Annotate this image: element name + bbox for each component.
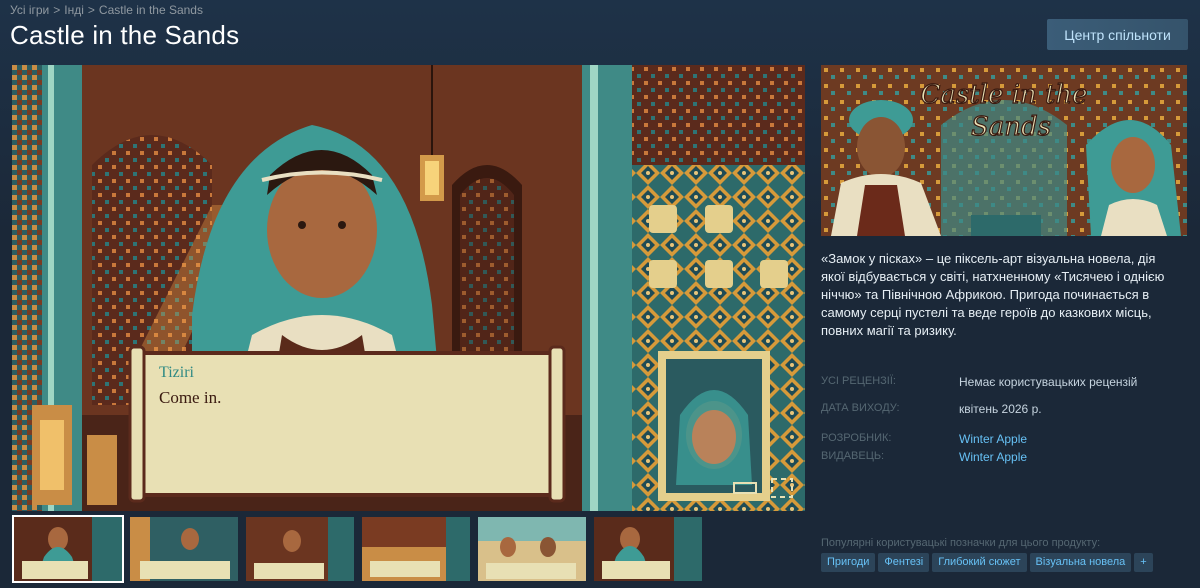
breadcrumb: Усі ігри > Інді > Castle in the Sands — [10, 3, 203, 17]
community-hub-button[interactable]: Центр спільноти — [1047, 19, 1188, 50]
reviews-row: УСІ РЕЦЕНЗІЇ: — [821, 375, 896, 387]
breadcrumb-indie[interactable]: Інді — [64, 3, 84, 17]
capsule-logo-line2: Sands — [971, 112, 1051, 142]
dialogue-speaker: Tiziri — [159, 364, 195, 381]
developer-label: РОЗРОБНИК: — [821, 432, 892, 444]
publisher-label: ВИДАВЕЦЬ: — [821, 450, 885, 462]
release-row: ДАТА ВИХОДУ: — [821, 402, 900, 414]
breadcrumb-all-games[interactable]: Усі ігри — [10, 3, 49, 17]
thumbnail-5[interactable] — [476, 515, 588, 583]
thumbnail-1[interactable] — [12, 515, 124, 583]
reviews-label: УСІ РЕЦЕНЗІЇ: — [821, 375, 896, 387]
capsule-logo-line1: Castle in the — [920, 80, 1087, 110]
breadcrumb-game[interactable]: Castle in the Sands — [99, 3, 203, 17]
developer-row: РОЗРОБНИК: — [821, 432, 891, 444]
tag-more-button[interactable]: + — [1134, 553, 1153, 572]
breadcrumb-separator: > — [87, 3, 95, 17]
tag-adventure[interactable]: Пригоди — [821, 553, 876, 572]
thumbnail-4[interactable] — [360, 515, 472, 583]
main-screenshot[interactable]: Tiziri Come in. — [12, 65, 805, 511]
publisher-row: ВИДАВЕЦЬ: — [821, 450, 884, 462]
tag-list: Пригоди Фентезі Глибокий сюжет Візуальна… — [821, 553, 1153, 572]
screenshot-artwork: Tiziri Come in. — [12, 65, 805, 511]
screenshot-thumbnails — [12, 515, 805, 583]
page-title: Castle in the Sands — [10, 20, 240, 50]
dialogue-text: Come in. — [159, 388, 221, 407]
tag-story-rich[interactable]: Глибокий сюжет — [932, 553, 1027, 572]
thumbnail-6[interactable] — [592, 515, 704, 583]
publisher-link[interactable]: Winter Apple — [959, 450, 1027, 464]
reviews-value: Немає користувацьких рецензій — [959, 375, 1138, 389]
thumbnail-2[interactable] — [128, 515, 240, 583]
tags-caption: Популярні користувацькі позначки для цьо… — [821, 537, 1101, 549]
developer-link[interactable]: Winter Apple — [959, 432, 1027, 446]
breadcrumb-separator: > — [53, 3, 61, 17]
capsule-artwork: Castle in the Sands — [821, 65, 1187, 236]
release-value: квітень 2026 р. — [959, 402, 1042, 416]
header-capsule-image: Castle in the Sands — [821, 65, 1187, 236]
game-description: «Замок у пісках» – це піксель-арт візуал… — [821, 251, 1165, 338]
thumbnail-3[interactable] — [244, 515, 356, 583]
store-page: Усі ігри > Інді > Castle in the Sands Castle… — [0, 0, 1200, 588]
tag-fantasy[interactable]: Фентезі — [878, 553, 930, 572]
tag-visual-novel[interactable]: Візуальна новела — [1029, 553, 1132, 572]
release-label: ДАТА ВИХОДУ: — [821, 402, 900, 414]
